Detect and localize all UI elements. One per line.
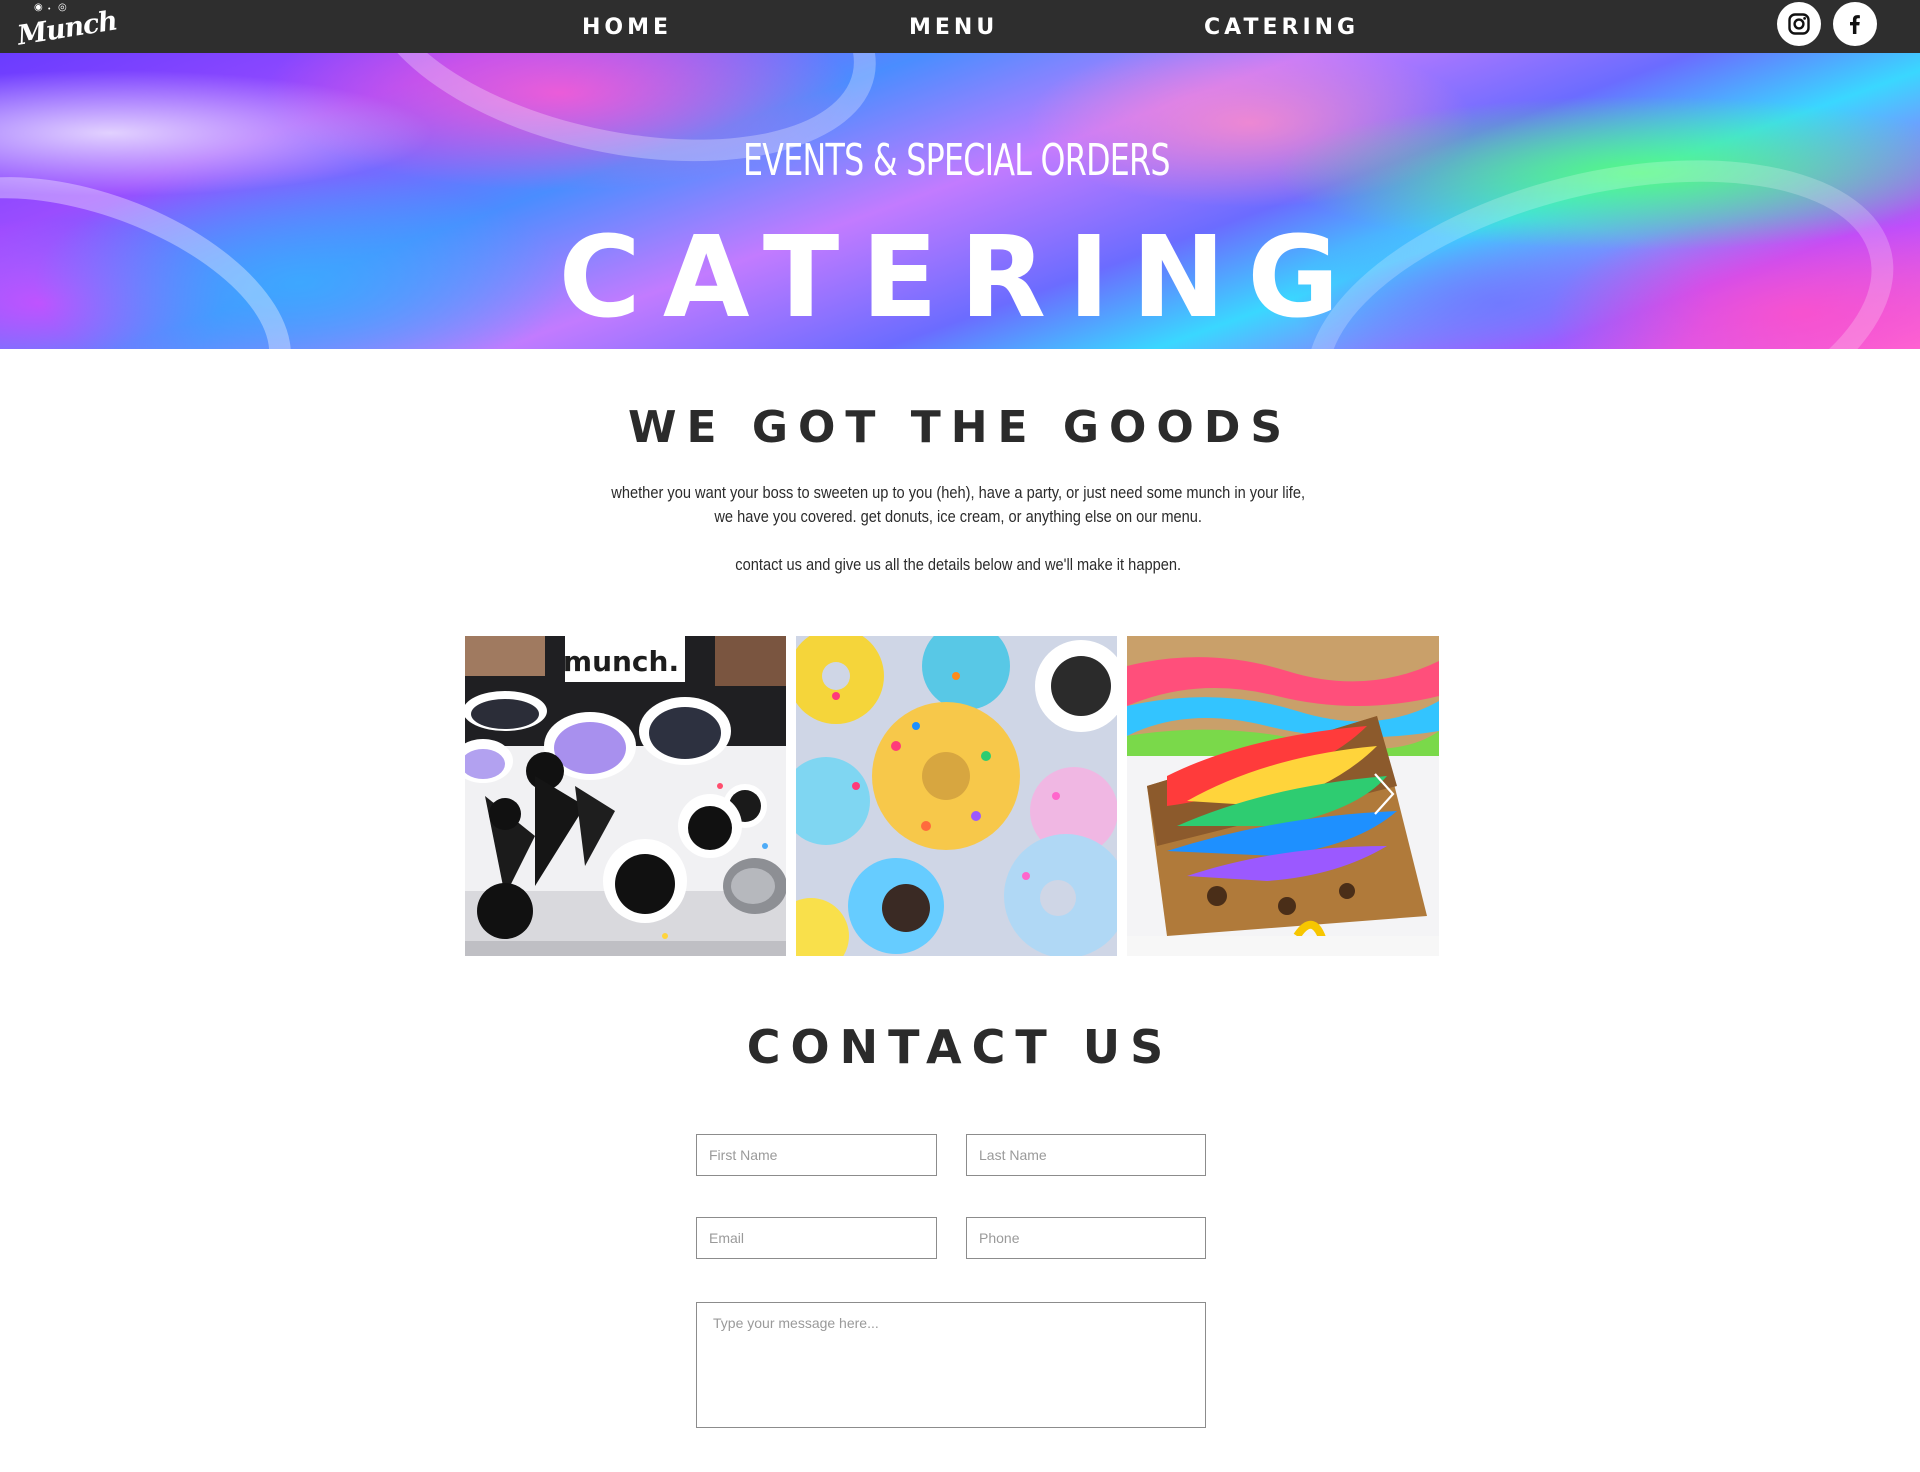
instagram-icon — [1788, 13, 1810, 35]
first-name-field[interactable] — [696, 1134, 937, 1176]
message-field[interactable] — [696, 1302, 1206, 1428]
email-field[interactable] — [696, 1217, 937, 1259]
chevron-right-icon[interactable] — [1370, 770, 1398, 818]
goods-heading: WE GOT THE GOODS — [627, 402, 1293, 453]
donuts-photo — [796, 636, 1117, 956]
nav-menu-link[interactable]: MENU — [909, 0, 998, 53]
goods-paragraph-line-1: whether you want your boss to sweeten up… — [611, 483, 1306, 502]
goods-paragraph-line-2: we have you covered. get donuts, ice cre… — [714, 507, 1202, 526]
donut-icon: ◎ — [58, 2, 67, 13]
contact-heading: CONTACT US — [746, 1020, 1174, 1074]
logo-wordmark: Munch — [15, 5, 120, 52]
facebook-icon — [1850, 15, 1860, 34]
gallery-image-ice-cream[interactable]: munch. — [465, 636, 786, 956]
munch-shirt-text: munch. — [562, 645, 680, 678]
last-name-field[interactable] — [966, 1134, 1206, 1176]
image-gallery: munch. — [465, 636, 1439, 956]
ice-cream-photo — [465, 636, 786, 956]
goods-paragraph-line-3: contact us and give us all the details b… — [735, 555, 1182, 574]
nav-catering-link[interactable]: CATERING — [1204, 0, 1359, 53]
dot-icon: • — [48, 6, 51, 13]
ice-cream-icon: ◉ — [34, 2, 43, 13]
munch-logo[interactable]: ◉ • ◎ Munch — [14, 2, 119, 52]
top-nav: ◉ • ◎ Munch HOME MENU CATERING — [0, 0, 1920, 53]
hero-banner: EVENTS & SPECIAL ORDERS CATERING — [0, 53, 1920, 349]
nav-home-link[interactable]: HOME — [582, 0, 672, 53]
instagram-button[interactable] — [1777, 2, 1821, 46]
gallery-image-donuts[interactable] — [796, 636, 1117, 956]
hero-title: CATERING — [558, 213, 1362, 343]
phone-field[interactable] — [966, 1217, 1206, 1259]
facebook-button[interactable] — [1833, 2, 1877, 46]
hero-subtitle: EVENTS & SPECIAL ORDERS — [743, 135, 1170, 186]
